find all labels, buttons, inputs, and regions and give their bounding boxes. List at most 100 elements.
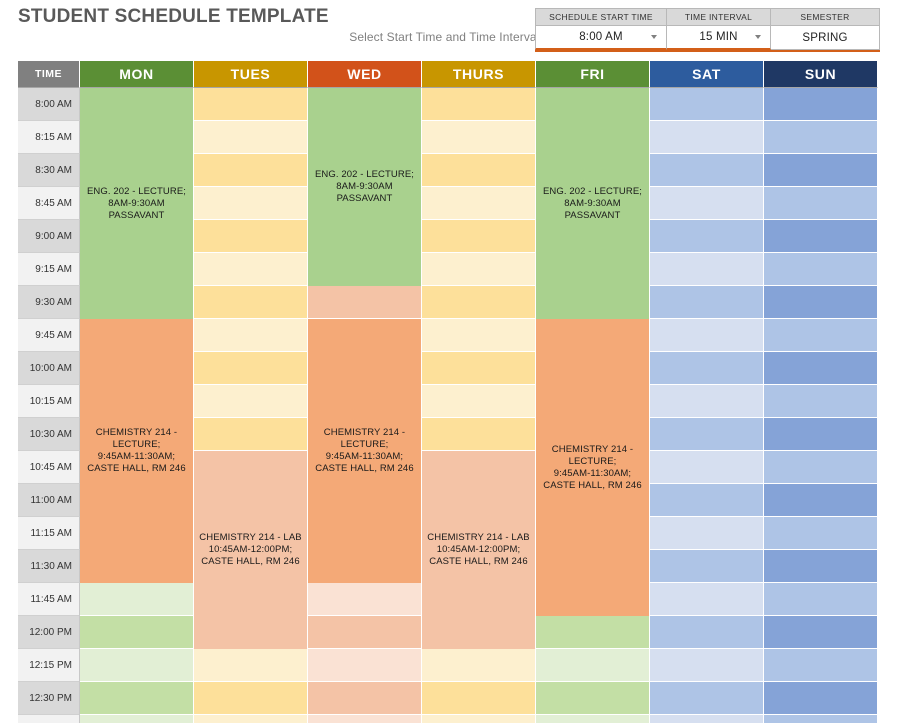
event-block-chem214-lec-wed[interactable]: CHEMISTRY 214 - LECTURE; 9:45AM-11:30AM;… (308, 319, 422, 583)
schedule-cell-tues[interactable] (194, 319, 308, 352)
schedule-cell-sun[interactable] (764, 451, 878, 484)
schedule-cell-thurs[interactable] (422, 649, 536, 682)
schedule-start-time-select[interactable]: 8:00 AM (535, 26, 667, 50)
schedule-cell-sun[interactable] (764, 121, 878, 154)
schedule-cell-sat[interactable] (650, 451, 764, 484)
schedule-cell-tues[interactable] (194, 88, 308, 121)
schedule-cell-tues[interactable] (194, 220, 308, 253)
schedule-cell-thurs[interactable] (422, 220, 536, 253)
schedule-cell-wed[interactable] (308, 682, 422, 715)
schedule-cell-thurs[interactable] (422, 88, 536, 121)
schedule-cell-sat[interactable] (650, 550, 764, 583)
schedule-cell-fri[interactable] (536, 649, 650, 682)
schedule-cell-wed[interactable] (308, 286, 422, 319)
schedule-cell-wed[interactable] (308, 616, 422, 649)
schedule-cell-thurs[interactable] (422, 121, 536, 154)
schedule-cell-sun[interactable] (764, 484, 878, 517)
schedule-cell-tues[interactable] (194, 385, 308, 418)
schedule-cell-sun[interactable] (764, 286, 878, 319)
schedule-cell-tues[interactable] (194, 154, 308, 187)
chevron-down-icon[interactable] (651, 35, 657, 39)
schedule-cell-sun[interactable] (764, 418, 878, 451)
schedule-cell-thurs[interactable] (422, 682, 536, 715)
schedule-cell-thurs[interactable] (422, 154, 536, 187)
schedule-cell-mon[interactable] (80, 649, 194, 682)
schedule-cell-mon[interactable] (80, 583, 194, 616)
schedule-cell-sun[interactable] (764, 88, 878, 121)
schedule-cell-tues[interactable] (194, 352, 308, 385)
schedule-cell-sun[interactable] (764, 517, 878, 550)
schedule-cell-thurs[interactable] (422, 253, 536, 286)
schedule-cell-wed[interactable] (308, 649, 422, 682)
event-block-chem214-lab-thurs[interactable]: CHEMISTRY 214 - LAB 10:45AM-12:00PM; CAS… (422, 451, 536, 649)
schedule-cell-sun[interactable] (764, 616, 878, 649)
schedule-cell-sat[interactable] (650, 154, 764, 187)
event-block-chem214-lec-mon[interactable]: CHEMISTRY 214 - LECTURE; 9:45AM-11:30AM;… (80, 319, 194, 583)
schedule-cell-sun[interactable] (764, 352, 878, 385)
schedule-cell-thurs[interactable] (422, 715, 536, 723)
schedule-cell-fri[interactable] (536, 715, 650, 723)
schedule-cell-sat[interactable] (650, 616, 764, 649)
chevron-down-icon[interactable] (755, 35, 761, 39)
schedule-cell-thurs[interactable] (422, 319, 536, 352)
schedule-cell-sat[interactable] (650, 319, 764, 352)
schedule-cell-sat[interactable] (650, 352, 764, 385)
schedule-cell-sun[interactable] (764, 154, 878, 187)
schedule-cell-thurs[interactable] (422, 286, 536, 319)
schedule-cell-sun[interactable] (764, 649, 878, 682)
event-block-chem214-lab-tues[interactable]: CHEMISTRY 214 - LAB 10:45AM-12:00PM; CAS… (194, 451, 308, 649)
schedule-cell-thurs[interactable] (422, 352, 536, 385)
schedule-cell-sun[interactable] (764, 187, 878, 220)
event-block-chem214-lec-fri[interactable]: CHEMISTRY 214 - LECTURE; 9:45AM-11:30AM;… (536, 319, 650, 616)
schedule-cell-wed[interactable] (308, 583, 422, 616)
schedule-cell-sat[interactable] (650, 517, 764, 550)
schedule-cell-sat[interactable] (650, 715, 764, 723)
schedule-cell-wed[interactable] (308, 715, 422, 723)
schedule-cell-sun[interactable] (764, 550, 878, 583)
event-block-eng202-mon[interactable]: ENG. 202 - LECTURE; 8AM-9:30AM PASSAVANT (80, 88, 194, 319)
schedule-cell-sat[interactable] (650, 583, 764, 616)
schedule-cell-tues[interactable] (194, 649, 308, 682)
schedule-cell-fri[interactable] (536, 682, 650, 715)
time-label-cell: 11:15 AM (18, 517, 80, 550)
schedule-cell-mon[interactable] (80, 715, 194, 723)
schedule-cell-sat[interactable] (650, 418, 764, 451)
schedule-cell-mon[interactable] (80, 616, 194, 649)
time-interval-select[interactable]: 15 MIN (667, 26, 771, 50)
schedule-cell-tues[interactable] (194, 121, 308, 154)
semester-field[interactable]: SPRING (771, 26, 880, 50)
event-block-eng202-wed[interactable]: ENG. 202 - LECTURE; 8AM-9:30AM PASSAVANT (308, 88, 422, 286)
schedule-cell-sat[interactable] (650, 253, 764, 286)
schedule-cell-tues[interactable] (194, 682, 308, 715)
schedule-cell-sun[interactable] (764, 319, 878, 352)
schedule-cell-sat[interactable] (650, 286, 764, 319)
schedule-cell-tues[interactable] (194, 187, 308, 220)
schedule-cell-mon[interactable] (80, 682, 194, 715)
grid-header-row: TIME MON TUES WED THURS FRI SAT SUN (18, 61, 880, 88)
schedule-cell-tues[interactable] (194, 253, 308, 286)
schedule-cell-sat[interactable] (650, 484, 764, 517)
schedule-cell-sat[interactable] (650, 88, 764, 121)
schedule-cell-sat[interactable] (650, 385, 764, 418)
schedule-cell-sun[interactable] (764, 682, 878, 715)
schedule-cell-tues[interactable] (194, 715, 308, 723)
event-block-eng202-fri[interactable]: ENG. 202 - LECTURE; 8AM-9:30AM PASSAVANT (536, 88, 650, 319)
schedule-cell-sat[interactable] (650, 649, 764, 682)
schedule-cell-sun[interactable] (764, 583, 878, 616)
schedule-cell-sat[interactable] (650, 220, 764, 253)
schedule-cell-thurs[interactable] (422, 418, 536, 451)
schedule-cell-tues[interactable] (194, 418, 308, 451)
time-label-cell: 8:45 AM (18, 187, 80, 220)
time-label-cell: 12:45 PM (18, 715, 80, 723)
schedule-cell-sun[interactable] (764, 253, 878, 286)
schedule-cell-sun[interactable] (764, 385, 878, 418)
schedule-cell-sat[interactable] (650, 682, 764, 715)
schedule-cell-sun[interactable] (764, 220, 878, 253)
schedule-cell-thurs[interactable] (422, 187, 536, 220)
schedule-cell-thurs[interactable] (422, 385, 536, 418)
schedule-cell-sun[interactable] (764, 715, 878, 723)
schedule-cell-sat[interactable] (650, 121, 764, 154)
schedule-cell-tues[interactable] (194, 286, 308, 319)
schedule-cell-fri[interactable] (536, 616, 650, 649)
schedule-cell-sat[interactable] (650, 187, 764, 220)
